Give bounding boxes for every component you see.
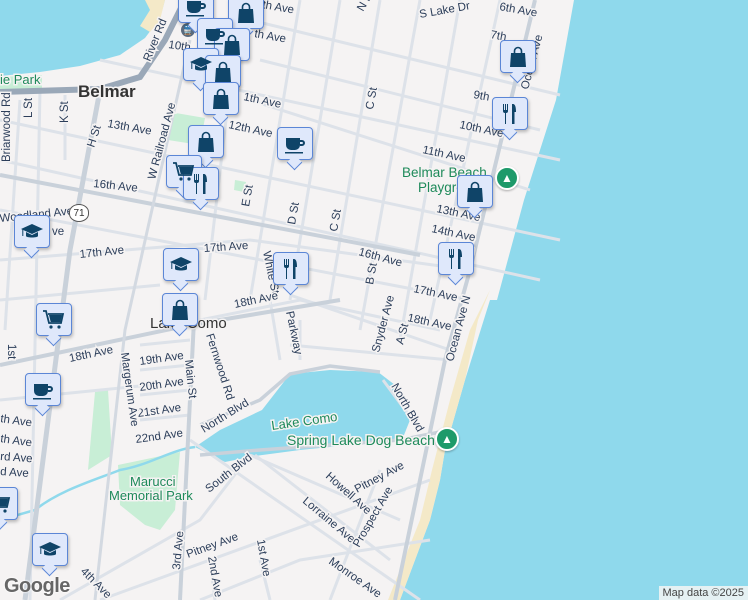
- grocery-cart-icon: [42, 308, 66, 332]
- poi-marker-school[interactable]: [163, 248, 199, 281]
- poi-marker-shopping[interactable]: [457, 175, 493, 208]
- street-label: K St: [59, 100, 71, 123]
- street-label: L St: [23, 97, 35, 118]
- street-label: S Lake Dr: [418, 0, 471, 21]
- street-label: 12th Ave: [227, 119, 273, 140]
- street-label: 13th Ave: [106, 118, 152, 138]
- shopping-icon: [194, 130, 218, 154]
- poi-marker-shopping[interactable]: [162, 293, 198, 326]
- school-icon: [38, 538, 62, 562]
- shopping-icon: [234, 1, 258, 25]
- park-label: Marucci: [130, 474, 176, 489]
- street-label: N La: [355, 0, 378, 13]
- park-area: [88, 390, 112, 470]
- school-icon: [189, 53, 213, 77]
- poi-marker-coffee[interactable]: [277, 127, 313, 160]
- restaurant-icon: [279, 257, 303, 281]
- street-label: Monroe Ave: [326, 556, 383, 600]
- street-label: Briarwood Rd: [1, 92, 13, 162]
- street-label: 9th: [472, 89, 490, 104]
- poi-marker-shopping[interactable]: [203, 82, 239, 115]
- street-label: H St: [85, 123, 104, 149]
- street-label: th Ave: [261, 0, 294, 16]
- poi-marker-coffee[interactable]: [25, 373, 61, 406]
- coffee-icon: [184, 0, 208, 19]
- street-label: 3rd Ave: [171, 531, 186, 571]
- street-label: 22nd Ave: [135, 427, 184, 446]
- map-canvas[interactable]: Belmar ie Park River Rd 10th th Ave th A…: [0, 0, 748, 600]
- poi-marker-restaurant[interactable]: [183, 167, 219, 200]
- street-label: d Ave: [0, 466, 29, 480]
- street-label: 17th Ave: [203, 240, 248, 255]
- poi-marker-restaurant[interactable]: [273, 252, 309, 285]
- poi-marker-shopping[interactable]: [214, 28, 250, 61]
- street-label: 1st: [5, 344, 17, 360]
- street-label: 1th Ave: [242, 91, 282, 111]
- park-label: Memorial Park: [109, 488, 193, 503]
- poi-marker-grocery-cart[interactable]: [36, 303, 72, 336]
- route-shield-71: 71: [69, 204, 89, 222]
- poi-label-dog-beach: Spring Lake Dog Beach: [287, 432, 435, 448]
- street-label: Fernwood Rd: [203, 332, 236, 401]
- street-label: 1st Ave: [254, 538, 272, 577]
- street-label: A St: [394, 322, 411, 346]
- street-label: 2nd Ave: [205, 555, 224, 598]
- street-label: 18th Ave: [406, 312, 452, 333]
- shopping-icon: [506, 45, 530, 69]
- street-label: C St: [364, 86, 380, 111]
- poi-marker-school[interactable]: [14, 215, 50, 248]
- street-label: Main St: [182, 359, 198, 400]
- restaurant-icon: [444, 247, 468, 271]
- restaurant-icon: [189, 172, 213, 196]
- poi-marker-shopping[interactable]: [188, 125, 224, 158]
- shark-river-bay: [0, 0, 165, 76]
- tree-icon[interactable]: ▲: [495, 166, 519, 190]
- poi-marker-school[interactable]: [32, 533, 68, 566]
- poi-marker-shopping[interactable]: [500, 40, 536, 73]
- shopping-icon: [168, 298, 192, 322]
- poi-marker-shopping[interactable]: [228, 0, 264, 29]
- poi-marker-grocery-cart[interactable]: [0, 487, 18, 520]
- poi-marker-restaurant[interactable]: [438, 242, 474, 275]
- street-label: th Ave: [0, 433, 33, 449]
- town-label-belmar: Belmar: [78, 82, 136, 101]
- street-label: rd Ave: [0, 451, 33, 465]
- coffee-icon: [31, 378, 55, 402]
- shopping-icon: [211, 60, 235, 84]
- street-label: D St: [286, 201, 302, 226]
- street-label: th Ave: [0, 413, 33, 429]
- street-label: ve: [52, 226, 64, 238]
- shopping-icon: [209, 87, 233, 111]
- school-icon: [20, 220, 44, 244]
- street-label: E St: [240, 183, 256, 207]
- grocery-cart-icon: [0, 492, 12, 516]
- route-number: 71: [73, 207, 85, 219]
- park-label: ie Park: [0, 72, 41, 87]
- google-logo[interactable]: Google: [4, 575, 70, 598]
- poi-marker-restaurant[interactable]: [492, 97, 528, 130]
- restaurant-icon: [498, 102, 522, 126]
- map-attribution[interactable]: Map data ©2025: [658, 586, 748, 600]
- street-label: th Ave: [253, 28, 286, 45]
- street-label: Margerum Ave: [118, 352, 140, 428]
- coffee-icon: [283, 132, 307, 156]
- street-label: 17th Ave: [79, 244, 125, 261]
- shopping-icon: [220, 33, 244, 57]
- tree-icon[interactable]: ▲: [435, 427, 459, 451]
- school-icon: [169, 253, 193, 277]
- shopping-icon: [463, 180, 487, 204]
